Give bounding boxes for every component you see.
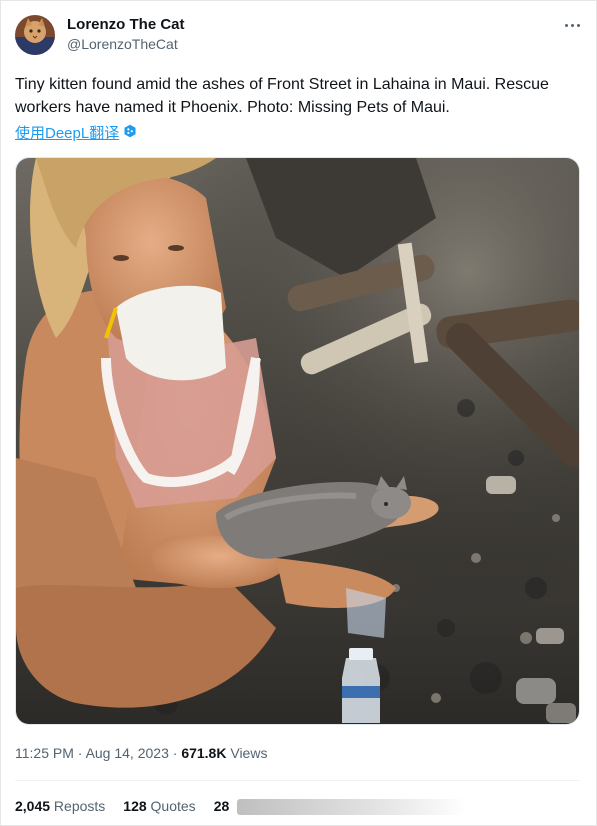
avatar[interactable] — [15, 15, 55, 55]
author-name[interactable]: Lorenzo The Cat — [67, 15, 185, 34]
engagement-stats: 2,045 Reposts 128 Quotes 28 — [15, 798, 247, 814]
reposts-stat[interactable]: 2,045 Reposts — [15, 798, 105, 814]
quotes-count: 128 — [123, 798, 147, 814]
meta-separator: · — [168, 745, 182, 761]
author-block[interactable]: Lorenzo The Cat @LorenzoTheCat — [67, 15, 185, 54]
likes-stat[interactable]: 28 — [214, 798, 230, 814]
divider — [15, 780, 580, 781]
tweet-text: Tiny kitten found amid the ashes of Fron… — [15, 76, 549, 116]
quotes-stat[interactable]: 128 Quotes — [123, 798, 195, 814]
post-time[interactable]: 11:25 PM — [15, 745, 74, 761]
meta-separator: · — [73, 745, 86, 761]
post-date[interactable]: Aug 14, 2023 — [86, 745, 169, 761]
reposts-count: 2,045 — [15, 798, 51, 814]
reposts-label: Reposts — [50, 798, 106, 814]
quotes-label: Quotes — [146, 798, 196, 814]
translate-link[interactable]: 使用DeepL翻译 — [15, 122, 137, 143]
tweet-photo[interactable] — [15, 157, 580, 725]
views-count: 671.8K — [181, 745, 227, 761]
likes-count-partial: 28 — [213, 798, 230, 814]
views-label: Views — [226, 745, 268, 761]
author-handle[interactable]: @LorenzoTheCat — [67, 35, 185, 54]
tweet-card: Lorenzo The Cat @LorenzoTheCat Tiny kitt… — [0, 0, 597, 826]
more-horizontal-icon[interactable] — [561, 16, 583, 34]
tweet-meta: 11:25 PM · Aug 14, 2023 · 671.8K Views — [15, 745, 267, 761]
redacted-overlay — [237, 799, 467, 815]
translate-label[interactable]: 使用DeepL翻译 — [15, 122, 119, 143]
deepl-icon — [123, 124, 137, 142]
